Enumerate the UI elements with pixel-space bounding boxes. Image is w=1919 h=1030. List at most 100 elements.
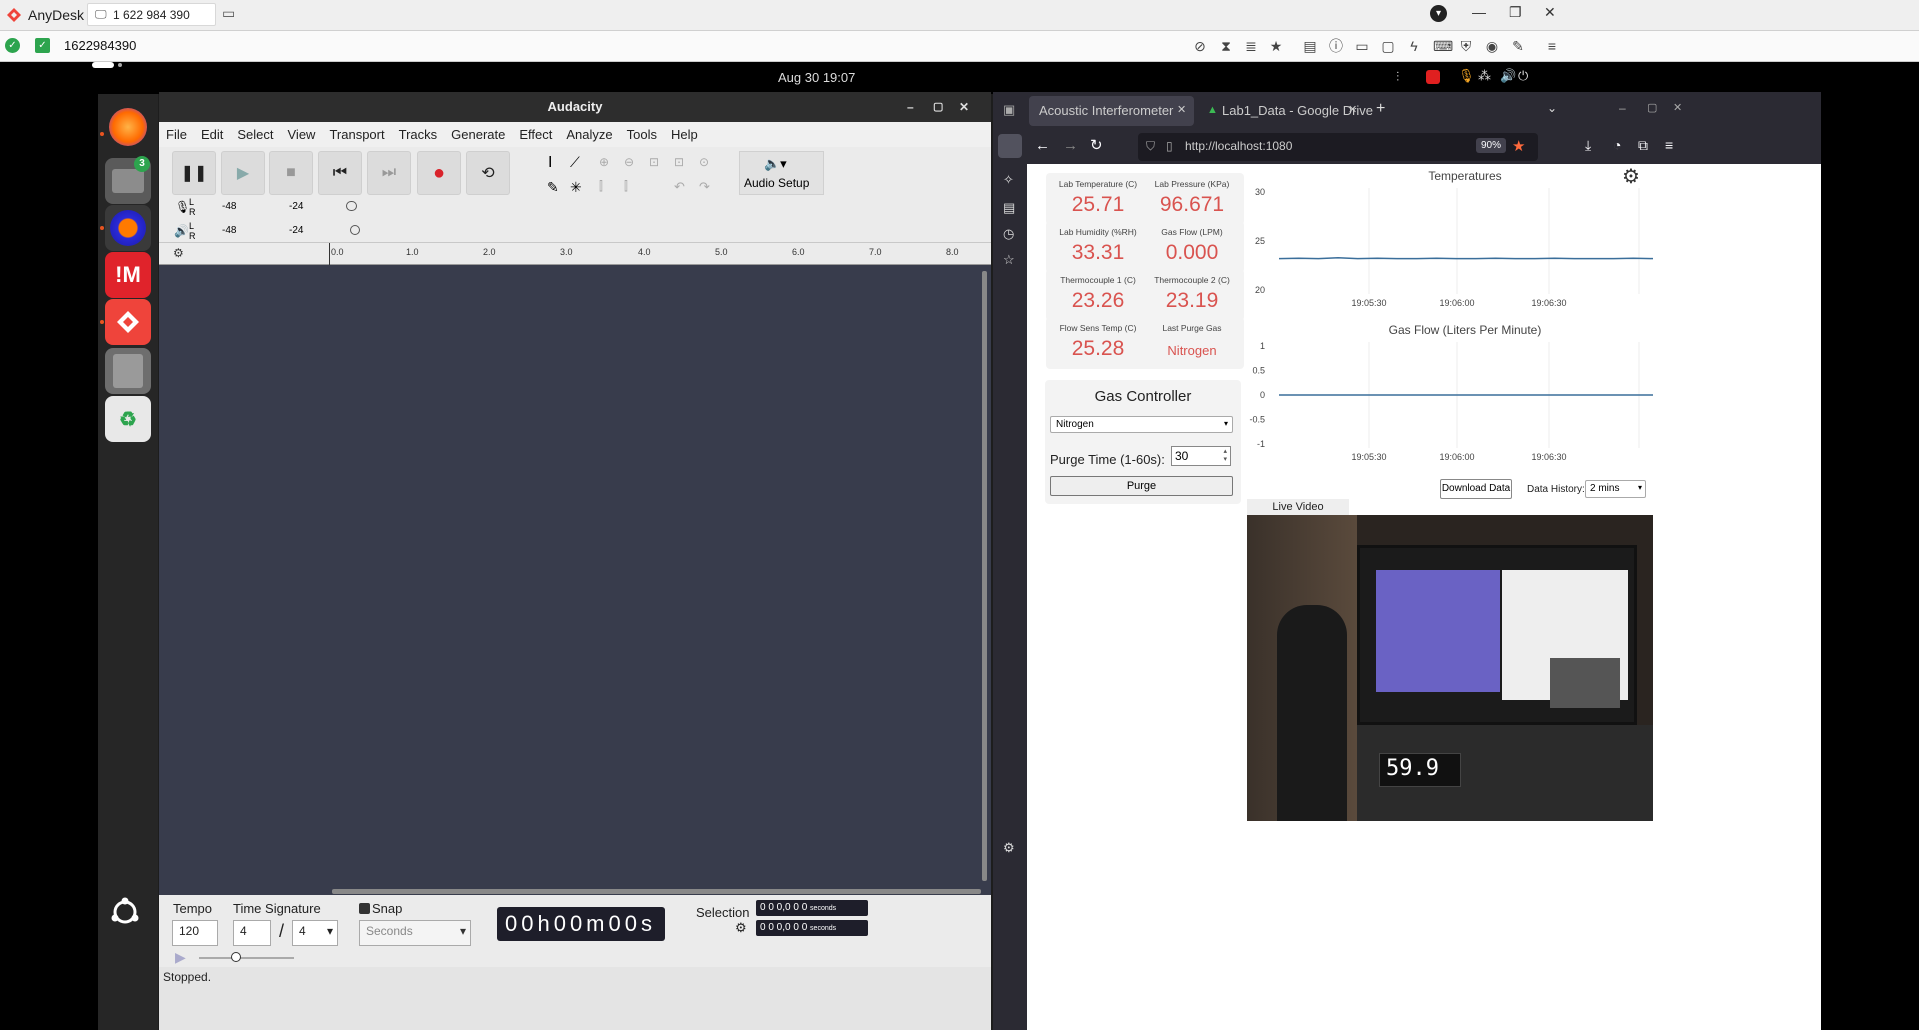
menu-generate[interactable]: Generate [444, 122, 512, 142]
mattermost-icon[interactable]: !M [105, 252, 151, 298]
multi-tool-icon[interactable]: ✳ [570, 179, 582, 196]
file-icon[interactable]: ▤ [1303, 39, 1317, 53]
drive-icon[interactable] [105, 348, 151, 394]
menu-file[interactable]: File [159, 122, 194, 142]
playback-meter-slider[interactable] [350, 225, 360, 235]
minimize-icon[interactable]: – [907, 92, 914, 122]
zoom-level[interactable]: 90% [1476, 138, 1507, 153]
hamburger-menu-icon[interactable]: ≡ [1545, 39, 1559, 53]
tab-google-drive[interactable]: ▲ Lab1_Data - Google Drive ✕ [1198, 96, 1373, 126]
files-icon[interactable]: 3 [105, 156, 151, 204]
customize-sidebar-icon[interactable]: ⚙ [1003, 840, 1015, 856]
account-icon[interactable]: ◔ [1613, 137, 1621, 153]
time-sig-numerator[interactable]: 4 [233, 920, 271, 946]
snap-unit-select[interactable]: Seconds ▾ [359, 920, 471, 946]
extensions-icon[interactable]: ⧉ [1638, 137, 1648, 154]
trim-icon[interactable]: ⫿ [599, 179, 603, 194]
close-icon[interactable]: ✕ [1544, 4, 1556, 21]
screen-share-icon[interactable] [1426, 70, 1440, 84]
forward-icon[interactable]: → [1063, 137, 1078, 154]
close-icon[interactable]: ✕ [959, 92, 969, 122]
lightning-icon[interactable]: ϟ [1407, 39, 1421, 53]
network-icon[interactable]: ⁂ [1478, 68, 1491, 84]
zoom-out-icon[interactable]: ⊖ [624, 155, 634, 169]
list-tabs-icon[interactable]: ⌄ [1547, 101, 1557, 115]
audacity-icon[interactable] [105, 205, 151, 251]
timeline-settings-icon[interactable]: ⚙ [173, 246, 184, 260]
activity-icon[interactable]: ⫶ [1396, 69, 1399, 85]
zoom-in-icon[interactable]: ⊕ [599, 155, 609, 169]
chevron-down-icon[interactable]: ▾ [1430, 5, 1447, 22]
tab-acoustic[interactable]: Acoustic Interferometer ✕ [1029, 96, 1194, 126]
menu-icon[interactable]: ≡ [1665, 137, 1673, 153]
download-data-button[interactable]: Download Data [1440, 479, 1512, 499]
power-icon[interactable]: ⏻ [1518, 68, 1528, 84]
menu-select[interactable]: Select [230, 122, 280, 142]
playback-speaker-icon[interactable]: 🔊 [174, 224, 189, 238]
firefox-icon[interactable] [109, 108, 147, 146]
menu-tools[interactable]: Tools [620, 122, 664, 142]
minimize-icon[interactable]: — [1472, 4, 1486, 20]
info-icon[interactable]: ⓘ [1329, 39, 1343, 53]
keyboard-icon[interactable]: ⌨ [1433, 39, 1453, 53]
downloads-icon[interactable]: ⤓ [1585, 137, 1591, 154]
play-at-speed-icon[interactable]: ▶ [175, 949, 186, 966]
timeline-ruler[interactable]: ⚙ 0.0 1.0 2.0 3.0 4.0 5.0 6.0 7.0 8.0 [159, 243, 991, 265]
volume-icon[interactable]: 🔊 [1500, 68, 1516, 84]
maximize-icon[interactable]: ▢ [933, 92, 943, 122]
menu-analyze[interactable]: Analyze [559, 122, 619, 142]
track-area[interactable] [159, 265, 991, 895]
selection-tool-icon[interactable]: I [548, 154, 552, 172]
fit-selection-icon[interactable]: ⊡ [649, 155, 659, 169]
show-apps-icon[interactable] [110, 897, 140, 927]
menu-transport[interactable]: Transport [322, 122, 391, 142]
snap-checkbox[interactable] [359, 903, 370, 914]
clock[interactable]: Aug 30 19:07 [778, 70, 855, 85]
trash-icon[interactable]: ♻ [105, 396, 151, 442]
maximize-icon[interactable]: ▢ [1647, 101, 1657, 114]
silence-icon[interactable]: ⫿ [624, 179, 628, 194]
purge-time-input[interactable]: 30 ▴ ▾ [1171, 446, 1231, 466]
new-session-icon[interactable]: ▭ [222, 5, 235, 22]
tab-list-icon[interactable]: ▣ [1003, 102, 1015, 118]
undo-icon[interactable]: ↶ [674, 179, 685, 195]
synced-tabs-icon[interactable]: ▤ [1003, 200, 1015, 216]
pen-icon[interactable]: ✎ [1511, 39, 1525, 53]
shield-icon[interactable]: ⛨ [1459, 39, 1473, 53]
record-button[interactable]: ● [417, 151, 461, 195]
horizontal-scrollbar[interactable] [332, 889, 981, 894]
skip-end-button[interactable]: ⏭ [367, 151, 411, 195]
selection-start-field[interactable]: 0 0 0,0 0 0 seconds [756, 900, 868, 916]
redo-icon[interactable]: ↷ [699, 179, 710, 195]
record-icon[interactable]: ◉ [1485, 39, 1499, 53]
close-icon[interactable]: ✕ [1673, 101, 1682, 114]
tab-close-icon[interactable]: ✕ [1348, 103, 1357, 116]
tab-close-icon[interactable]: ✕ [1177, 103, 1186, 116]
selection-end-field[interactable]: 0 0 0,0 0 0 seconds [756, 920, 868, 936]
page-icon[interactable]: ▯ [1166, 139, 1173, 153]
menu-view[interactable]: View [281, 122, 323, 142]
gas-select[interactable]: Nitrogen ▾ [1050, 416, 1233, 433]
menu-help[interactable]: Help [664, 122, 705, 142]
time-sig-denominator[interactable]: 4 ▾ [292, 920, 338, 946]
record-meter-slider[interactable] [346, 201, 357, 211]
bookmarks-icon[interactable]: ☆ [1003, 252, 1015, 268]
hourglass-icon[interactable]: ⧗ [1219, 39, 1233, 53]
audio-setup-button[interactable]: 🔈▾ Audio Setup [739, 151, 824, 195]
display-icon[interactable]: ⊘ [1193, 39, 1207, 53]
skip-start-button[interactable]: ⏮ [318, 151, 362, 195]
vertical-scrollbar[interactable] [982, 271, 987, 881]
screen-icon[interactable]: ▭ [1355, 39, 1369, 53]
sidebar-toggle-icon[interactable] [998, 134, 1022, 158]
pause-button[interactable]: ❚❚ [172, 151, 216, 195]
spinner-icon[interactable]: ▴ ▾ [1223, 448, 1227, 464]
purge-button[interactable]: Purge [1050, 476, 1233, 496]
anydesk-dock-icon[interactable] [105, 299, 151, 345]
restore-icon[interactable]: ❐ [1509, 4, 1522, 21]
stop-button[interactable]: ■ [269, 151, 313, 195]
menu-effect[interactable]: Effect [512, 122, 559, 142]
new-tab-icon[interactable]: + [1376, 100, 1385, 118]
shield-icon[interactable]: ⛉ [1146, 139, 1155, 154]
microphone-icon[interactable]: 🎙 [1458, 68, 1475, 84]
play-speed-thumb[interactable] [231, 952, 241, 962]
